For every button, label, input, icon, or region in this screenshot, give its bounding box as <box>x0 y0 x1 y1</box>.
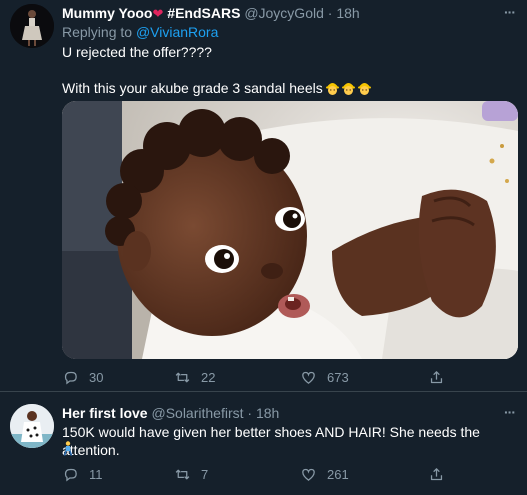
like-button[interactable]: 673 <box>300 369 349 386</box>
replying-to-link[interactable]: @VivianRora <box>136 24 218 40</box>
person-walking-emoji <box>62 441 74 461</box>
share-button[interactable] <box>428 369 455 386</box>
tweet-text-line-1: U rejected the offer???? <box>62 44 212 60</box>
tweet-header: Mummy Yooo❤ #EndSARS @JoycyGold · 18h <box>62 4 360 23</box>
separator-dot: · <box>247 405 253 421</box>
retweet-icon <box>175 372 190 383</box>
like-count: 673 <box>327 370 349 385</box>
construction-worker-emoji-group <box>325 80 373 100</box>
share-icon <box>430 468 443 481</box>
retweet-button[interactable]: 7 <box>174 466 208 483</box>
avatar-mummy-yooo[interactable] <box>10 4 54 48</box>
construction-worker-emoji <box>357 83 371 95</box>
like-count: 261 <box>327 467 349 482</box>
tweet-header: Her first love @Solarithefirst · 18h <box>62 404 279 422</box>
tweet-text-line-1: 150K would have given her better shoes A… <box>62 424 480 458</box>
retweet-icon <box>175 469 190 480</box>
tweet-photo[interactable] <box>62 101 518 359</box>
tweet-text-line-2-content: With this your akube grade 3 sandal heel… <box>62 80 323 96</box>
heart-icon <box>302 468 315 481</box>
retweet-count: 7 <box>201 467 209 482</box>
replying-to-label: Replying to <box>62 24 133 40</box>
user-handle[interactable]: @JoycyGold <box>244 5 324 21</box>
reply-button[interactable]: 11 <box>62 466 103 483</box>
tweet-text-line-2: With this your akube grade 3 sandal heel… <box>62 79 373 100</box>
construction-worker-emoji <box>341 83 355 95</box>
tweet-mummy-yooo[interactable]: Mummy Yooo❤ #EndSARS @JoycyGold · 18h ··… <box>0 0 527 392</box>
tweet-her-first-love[interactable]: Her first love @Solarithefirst · 18h ···… <box>0 393 527 495</box>
timestamp[interactable]: 18h <box>336 5 359 21</box>
more-options-icon[interactable]: ··· <box>504 404 516 420</box>
red-heart-icon: ❤ <box>152 6 164 21</box>
tweet-actions: 11 7 261 <box>62 466 482 486</box>
reply-icon <box>64 371 77 385</box>
reply-count: 11 <box>89 467 103 482</box>
reply-icon <box>64 468 77 482</box>
display-name[interactable]: Mummy Yooo <box>62 5 153 21</box>
user-handle[interactable]: @Solarithefirst <box>151 405 243 421</box>
separator-dot: · <box>327 5 333 21</box>
like-button[interactable]: 261 <box>300 466 349 483</box>
retweet-button[interactable]: 22 <box>174 369 215 386</box>
reply-count: 30 <box>89 370 104 385</box>
baby-photo-illustration <box>62 101 518 359</box>
construction-worker-emoji <box>325 83 339 95</box>
tweet-actions: 30 22 673 <box>62 369 482 389</box>
replying-to: Replying to @VivianRora <box>62 23 218 41</box>
hashtag[interactable]: #EndSARS <box>167 5 240 21</box>
display-name[interactable]: Her first love <box>62 405 148 421</box>
share-button[interactable] <box>428 466 455 483</box>
timestamp[interactable]: 18h <box>256 405 279 421</box>
share-icon <box>430 371 443 384</box>
retweet-count: 22 <box>201 370 216 385</box>
reply-button[interactable]: 30 <box>62 369 103 386</box>
avatar-her-first-love[interactable] <box>10 404 54 448</box>
more-options-icon[interactable]: ··· <box>504 4 516 20</box>
heart-icon <box>302 371 315 384</box>
